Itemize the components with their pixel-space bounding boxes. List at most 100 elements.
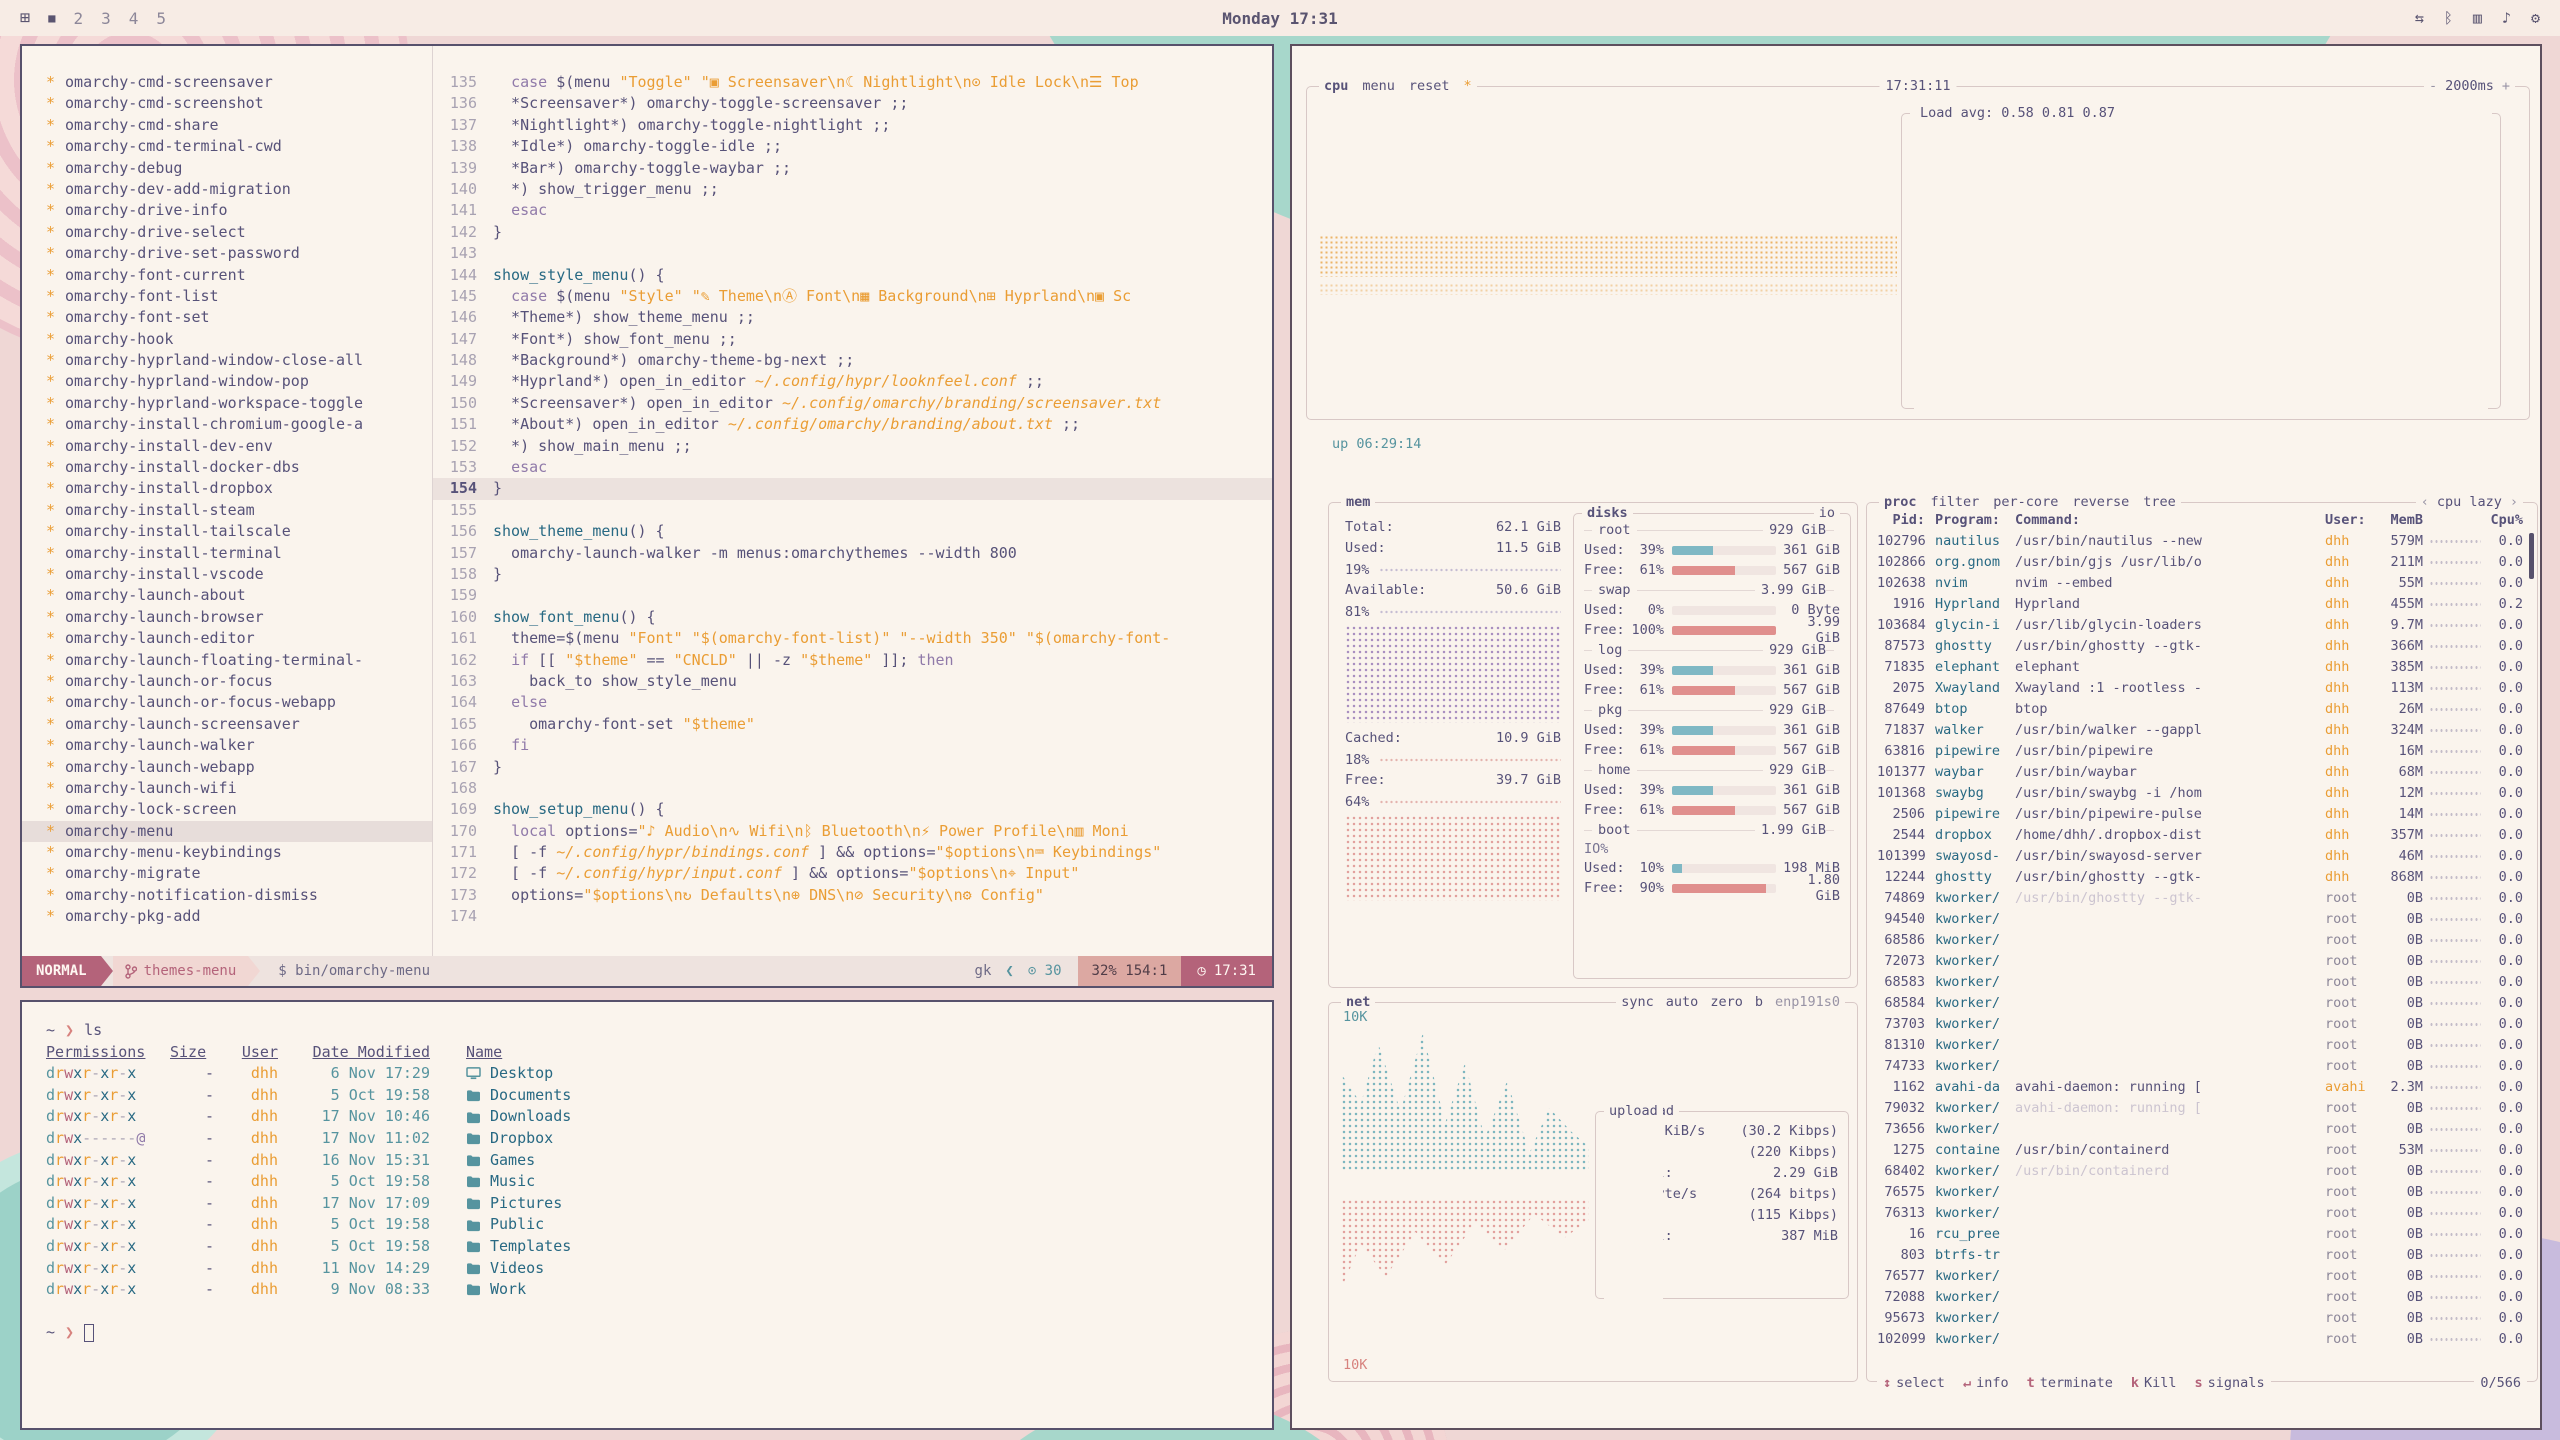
file-tree-item[interactable]: *omarchy-launch-browser (22, 607, 432, 628)
process-sort[interactable]: ‹cpu lazy› (2416, 494, 2523, 510)
file-tree-item[interactable]: *omarchy-launch-floating-terminal- (22, 650, 432, 671)
process-row[interactable]: 16rcu_preeroot0B0.0 (1877, 1224, 2523, 1245)
file-tree-item[interactable]: *omarchy-hyprland-window-close-all (22, 350, 432, 371)
process-row[interactable]: 1275containe/usr/bin/containerdroot53M0.… (1877, 1140, 2523, 1161)
omarchy-logo-icon[interactable]: ⊞ (20, 8, 30, 28)
process-row[interactable]: 101368swaybg/usr/bin/swaybg -i /homdhh12… (1877, 783, 2523, 804)
column-header[interactable]: MemB (2377, 512, 2423, 528)
column-header[interactable]: User: (2325, 512, 2377, 528)
process-row[interactable]: 74869kworker//usr/bin/ghostty --gtk-root… (1877, 888, 2523, 909)
preset-star[interactable]: * (1464, 78, 1472, 94)
process-row[interactable]: 94540kworker/root0B0.0 (1877, 909, 2523, 930)
disks-io-toggle[interactable]: io (1814, 505, 1840, 521)
display-icon[interactable]: ▥ (2473, 9, 2482, 27)
file-tree-item[interactable]: *omarchy-install-terminal (22, 543, 432, 564)
file-tree-item[interactable]: *omarchy-launch-screensaver (22, 714, 432, 735)
file-tree-item[interactable]: *omarchy-install-steam (22, 500, 432, 521)
proc-tab-proc[interactable]: proc (1884, 494, 1917, 510)
process-row[interactable]: 102638nvimnvim --embeddhh55M0.0 (1877, 573, 2523, 594)
process-row[interactable]: 76575kworker/root0B0.0 (1877, 1182, 2523, 1203)
file-tree-item[interactable]: *omarchy-migrate (22, 863, 432, 884)
file-tree-item[interactable]: *omarchy-hook (22, 329, 432, 350)
column-header[interactable]: Program: (1935, 512, 2015, 528)
workspace-1-active[interactable]: ■ (48, 11, 55, 25)
proc-action-info[interactable]: ↵info (1963, 1375, 2009, 1391)
process-row[interactable]: 803btrfs-trroot0B0.0 (1877, 1245, 2523, 1266)
file-tree-item[interactable]: *omarchy-launch-walker (22, 735, 432, 756)
file-tree-item[interactable]: *omarchy-launch-editor (22, 628, 432, 649)
file-tree-item[interactable]: *omarchy-launch-wifi (22, 778, 432, 799)
process-row[interactable]: 72088kworker/root0B0.0 (1877, 1287, 2523, 1308)
net-button-sync[interactable]: sync (1621, 994, 1654, 1010)
screen-share-icon[interactable]: ⇆ (2415, 9, 2424, 27)
file-tree-item[interactable]: *omarchy-install-vscode (22, 564, 432, 585)
memory-box-title[interactable]: mem (1341, 494, 1375, 510)
shell-prompt[interactable]: ~ ❯ (46, 1322, 1248, 1344)
process-row[interactable]: 103684glycin-i/usr/lib/glycin-loadersdhh… (1877, 615, 2523, 636)
proc-action-terminate[interactable]: tterminate (2027, 1375, 2113, 1391)
process-row[interactable]: 73703kworker/root0B0.0 (1877, 1014, 2523, 1035)
process-row[interactable]: 73656kworker/root0B0.0 (1877, 1119, 2523, 1140)
workspace-4[interactable]: 4 (129, 9, 139, 28)
clock[interactable]: Monday 17:31 (1222, 9, 1338, 28)
disks-box-title[interactable]: disks (1582, 505, 1633, 521)
file-tree-item[interactable]: *omarchy-font-set (22, 307, 432, 328)
process-row[interactable]: 76577kworker/root0B0.0 (1877, 1266, 2523, 1287)
process-row[interactable]: 102796nautilus/usr/bin/nautilus --newdhh… (1877, 531, 2523, 552)
process-row[interactable]: 76313kworker/root0B0.0 (1877, 1203, 2523, 1224)
file-tree-item[interactable]: *omarchy-drive-select (22, 222, 432, 243)
process-row[interactable]: 63816pipewire/usr/bin/pipewiredhh16M0.0 (1877, 741, 2523, 762)
process-row[interactable]: 95673kworker/root0B0.0 (1877, 1308, 2523, 1329)
file-tree-item[interactable]: *omarchy-drive-set-password (22, 243, 432, 264)
process-row[interactable]: 2075XwaylandXwayland :1 -rootless -dhh11… (1877, 678, 2523, 699)
column-header[interactable]: Pid: (1877, 512, 1935, 528)
process-row[interactable]: 12244ghostty/usr/bin/ghostty --gtk-dhh86… (1877, 867, 2523, 888)
column-header[interactable]: Cpu% (2487, 512, 2523, 528)
file-tree-item[interactable]: *omarchy-launch-about (22, 585, 432, 606)
workspace-2[interactable]: 2 (73, 9, 83, 28)
process-row[interactable]: 2506pipewire/usr/bin/pipewire-pulsedhh14… (1877, 804, 2523, 825)
process-row[interactable]: 81310kworker/root0B0.0 (1877, 1035, 2523, 1056)
file-tree-item[interactable]: *omarchy-cmd-terminal-cwd (22, 136, 432, 157)
code-editor[interactable]: 135 case $(menu "Toggle" "▣ Screensaver\… (432, 46, 1272, 956)
file-tree-item[interactable]: *omarchy-font-list (22, 286, 432, 307)
file-tree-item[interactable]: *omarchy-pkg-add (22, 906, 432, 927)
process-row[interactable]: 68584kworker/root0B0.0 (1877, 993, 2523, 1014)
file-tree-item[interactable]: *omarchy-font-current (22, 265, 432, 286)
process-row[interactable]: 2544dropbox/home/dhh/.dropbox-distdhh357… (1877, 825, 2523, 846)
file-tree-item[interactable]: *omarchy-hyprland-workspace-toggle (22, 393, 432, 414)
interval-increase[interactable]: + (2502, 78, 2510, 94)
file-tree-item[interactable]: *omarchy-install-dev-env (22, 436, 432, 457)
process-row[interactable]: 102866org.gnom/usr/bin/gjs /usr/lib/odhh… (1877, 552, 2523, 573)
file-tree-item[interactable]: *omarchy-install-chromium-google-a (22, 414, 432, 435)
process-row[interactable]: 87573ghostty/usr/bin/ghostty --gtk-dhh36… (1877, 636, 2523, 657)
proc-tab-tree[interactable]: tree (2143, 494, 2176, 510)
proc-action-select[interactable]: ↕select (1883, 1375, 1945, 1391)
proc-action-kill[interactable]: kKill (2131, 1375, 2177, 1391)
update-interval[interactable]: - 2000ms + (2424, 78, 2515, 94)
btop-tab-menu[interactable]: menu (1362, 78, 1395, 94)
network-interface[interactable]: enp191s0 (1775, 994, 1840, 1010)
process-row[interactable]: 1916HyprlandHyprlanddhh455M0.2 (1877, 594, 2523, 615)
file-tree-item[interactable]: *omarchy-install-tailscale (22, 521, 432, 542)
file-tree-item[interactable]: *omarchy-install-dropbox (22, 478, 432, 499)
btop-tab-reset[interactable]: reset (1409, 78, 1450, 94)
process-row[interactable]: 68583kworker/root0B0.0 (1877, 972, 2523, 993)
file-tree-item[interactable]: *omarchy-drive-info (22, 200, 432, 221)
process-row[interactable]: 68586kworker/root0B0.0 (1877, 930, 2523, 951)
process-row[interactable]: 71837walker/usr/bin/walker --gappldhh324… (1877, 720, 2523, 741)
file-tree-item[interactable]: *omarchy-menu-keybindings (22, 842, 432, 863)
file-tree-item[interactable]: *omarchy-launch-or-focus-webapp (22, 692, 432, 713)
process-row[interactable]: 102099kworker/root0B0.0 (1877, 1329, 2523, 1350)
settings-icon[interactable]: ⚙ (2531, 9, 2540, 27)
file-tree-item[interactable]: *omarchy-notification-dismiss (22, 885, 432, 906)
file-tree-item[interactable]: *omarchy-cmd-share (22, 115, 432, 136)
file-tree-item[interactable]: *omarchy-launch-or-focus (22, 671, 432, 692)
proc-tab-reverse[interactable]: reverse (2072, 494, 2129, 510)
process-row[interactable]: 101377waybar/usr/bin/waybardhh68M0.0 (1877, 762, 2523, 783)
bluetooth-icon[interactable]: ᛒ (2444, 9, 2453, 27)
network-box-title[interactable]: net (1341, 994, 1375, 1010)
file-tree-item[interactable]: *omarchy-dev-add-migration (22, 179, 432, 200)
process-row[interactable]: 1162avahi-daavahi-daemon: running [avahi… (1877, 1077, 2523, 1098)
process-scrollbar[interactable] (2529, 533, 2534, 579)
